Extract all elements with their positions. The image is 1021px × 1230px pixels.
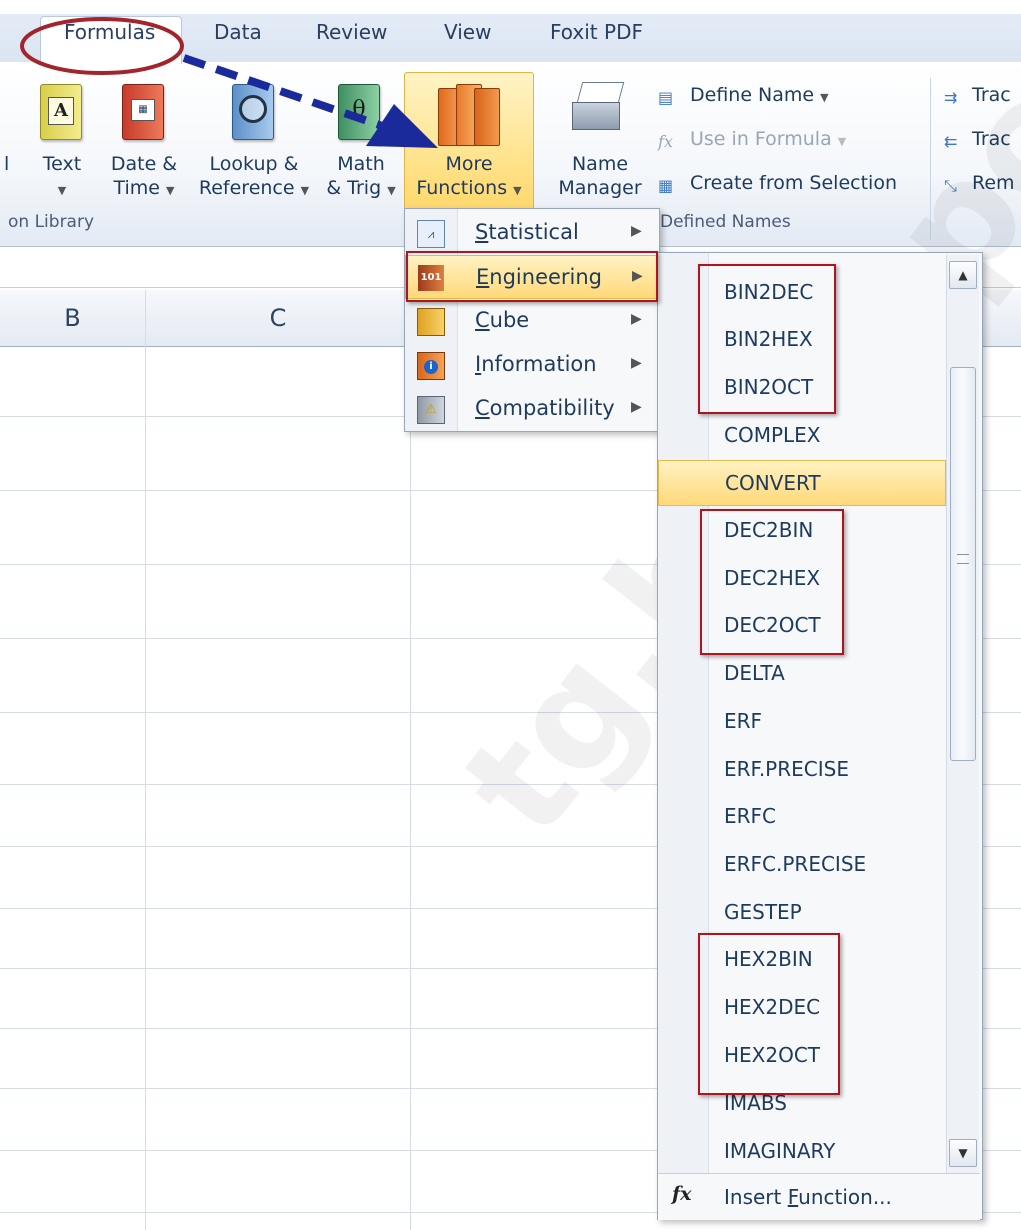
annotation-box-dec-functions <box>700 509 844 655</box>
function-item-erfc[interactable]: ERFC <box>658 794 946 840</box>
function-item-imaginary[interactable]: IMAGINARY <box>658 1129 946 1175</box>
function-item-gestep[interactable]: GESTEP <box>658 890 946 936</box>
annotation-dashed-arrow-line <box>182 54 390 132</box>
submenu-arrow-icon: ▶ <box>631 355 642 371</box>
menu-item-compatibility[interactable]: ⚠ Compatibility ▶ <box>405 387 659 431</box>
insert-function-item[interactable]: fx Insert Function... <box>658 1173 980 1220</box>
annotation-circle-formulas <box>20 17 184 75</box>
insert-function-label: Insert Function... <box>724 1185 892 1209</box>
scroll-down-button[interactable]: ▼ <box>949 1139 977 1167</box>
column-gridline <box>145 290 146 1230</box>
annotation-arrow-overlay <box>20 17 438 148</box>
function-item-delta[interactable]: DELTA <box>658 651 946 697</box>
grip-icon <box>957 554 969 564</box>
function-item-erfc-precise[interactable]: ERFC.PRECISE <box>658 842 946 888</box>
function-item-complex[interactable]: COMPLEX <box>658 413 946 459</box>
information-icon: i <box>417 352 445 380</box>
scroll-up-button[interactable]: ▲ <box>949 261 977 289</box>
menu-item-information[interactable]: i Information ▶ <box>405 343 659 387</box>
scroll-thumb[interactable] <box>950 367 976 761</box>
submenu-arrow-icon: ▶ <box>631 311 642 327</box>
function-list-scrollbar[interactable]: ▲ ▼ <box>946 255 979 1173</box>
function-item-convert[interactable]: CONVERT <box>658 460 946 506</box>
insert-function-icon: fx <box>672 1183 692 1205</box>
submenu-arrow-icon: ▶ <box>631 399 642 415</box>
column-header-c[interactable]: C <box>146 290 411 347</box>
function-item-erf-precise[interactable]: ERF.PRECISE <box>658 747 946 793</box>
annotation-box-bin-functions <box>698 264 836 414</box>
column-header-b[interactable]: B <box>0 290 146 347</box>
compatibility-icon: ⚠ <box>417 396 445 424</box>
cube-icon <box>417 308 445 336</box>
annotation-box-hex-functions <box>698 933 840 1095</box>
function-item-erf[interactable]: ERF <box>658 699 946 745</box>
menu-item-cube[interactable]: Cube ▶ <box>405 299 659 343</box>
